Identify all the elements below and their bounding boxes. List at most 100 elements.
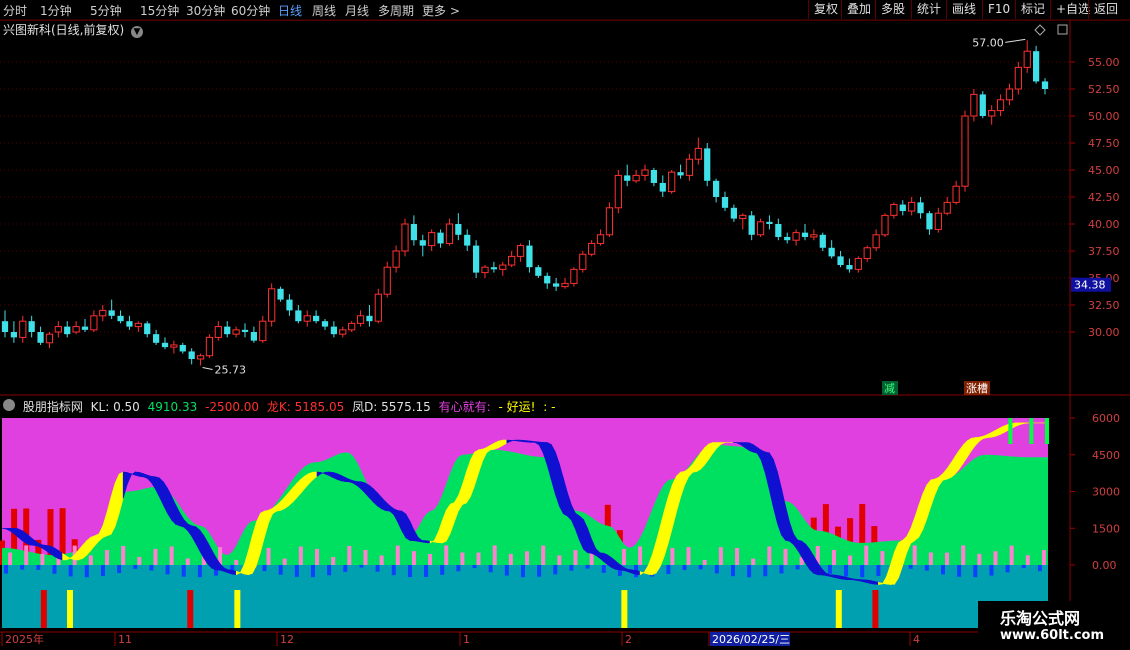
indicator-pink-bar: [411, 551, 416, 565]
indicator-tick-label: 6000: [1092, 412, 1120, 425]
indicator-ribbon-segment: [494, 440, 500, 450]
indicator-ribbon-segment: [870, 580, 875, 585]
candle-body: [934, 212, 942, 230]
indicator-blue-bar: [957, 565, 962, 577]
candle-body: [214, 326, 222, 338]
indicator-pink-bar: [735, 547, 740, 565]
candle-body: [650, 170, 657, 183]
watermark-line2: www.60lt.com: [1000, 628, 1105, 643]
candle-body: [881, 214, 889, 236]
indicator-ribbon-segment: [748, 442, 754, 453]
candle-body: [561, 282, 569, 288]
indicator-signal-bar: [40, 590, 47, 628]
candle-body: [170, 344, 178, 348]
price-chart[interactable]: 55.0052.5050.0047.5045.0042.5040.0037.50…: [0, 0, 1130, 650]
indicator-blue-bar: [860, 565, 865, 578]
candle-body: [401, 223, 409, 252]
candle-body: [1023, 50, 1031, 68]
candle-body: [232, 329, 240, 335]
indicator-ribbon-segment: [865, 579, 871, 584]
indicator-blue-bar: [407, 565, 412, 578]
indicator-pink-bar: [1041, 550, 1046, 565]
indicator-pink-bar: [831, 549, 836, 565]
indicator-pink-bar: [444, 545, 449, 565]
indicator-pink-bar: [185, 558, 190, 565]
candle-body: [810, 234, 818, 238]
candle-body: [553, 283, 560, 287]
diamond-icon: [1034, 24, 1046, 36]
indicator-blue-bar: [908, 565, 913, 569]
candle-body: [890, 204, 898, 216]
candle-body: [659, 182, 666, 192]
price-tick-label: 52.50: [1088, 83, 1120, 96]
indicator-pink-bar: [121, 545, 126, 565]
indicator-pink-bar: [848, 555, 853, 565]
indicator-pink-bar: [331, 556, 336, 565]
indicator-pink-bar: [298, 546, 303, 565]
indicator-pink-bar: [24, 545, 29, 565]
candle-body: [196, 355, 205, 360]
indicator-signal-bar: [234, 590, 241, 628]
indicator-blue-bar: [569, 565, 574, 571]
indicator-blue-bar: [68, 565, 73, 577]
indicator-tick-label: 4500: [1092, 449, 1120, 462]
candle-body: [996, 99, 1005, 112]
indicator-pink-bar: [961, 545, 966, 565]
indicator-pink-bar: [8, 552, 13, 565]
indicator-pink-bar: [638, 546, 643, 565]
main-chart-title: 兴图新科(日线,前复权) ▼: [3, 21, 144, 38]
candle-body: [544, 275, 551, 284]
candle-body: [410, 224, 417, 241]
indicator-blue-bar: [310, 565, 315, 578]
indicator-pink-bar: [428, 553, 433, 565]
candle-body: [526, 245, 533, 268]
indicator-blue-bar: [440, 565, 445, 575]
candle-body: [828, 247, 835, 257]
candle-body: [161, 342, 169, 348]
price-tick-label: 40.00: [1088, 218, 1120, 231]
indicator-blue-bar: [197, 565, 202, 578]
candle-body: [259, 320, 267, 342]
chevron-down-icon[interactable]: ▼: [131, 26, 144, 38]
indicator-pink-bar: [702, 560, 707, 565]
indicator-pink-bar: [379, 555, 384, 565]
indicator-ribbon-segment: [530, 440, 536, 443]
candle-body: [1033, 51, 1040, 82]
indicator-blue-bar: [924, 565, 929, 571]
indicator-pink-bar: [395, 545, 400, 565]
candle-body: [943, 201, 951, 214]
x-axis-label: 2026/02/25/三: [712, 633, 790, 646]
indicator-blue-bar: [375, 565, 380, 572]
indicator-blue-bar: [359, 565, 364, 568]
indicator-pink-bar: [363, 549, 368, 565]
indicator-pink-bar: [137, 556, 142, 565]
indicator-blue-bar: [940, 565, 945, 575]
candle-body: [490, 267, 497, 270]
candle-body: [499, 264, 507, 270]
candle-body: [134, 322, 142, 328]
watermark-line1: 乐淘公式网: [1000, 609, 1081, 628]
candle-body: [704, 148, 711, 181]
candle-body: [775, 224, 782, 237]
signal-label-zhangcao: 涨槽: [966, 382, 988, 395]
indicator-blue-bar: [472, 565, 477, 569]
indicator-pink-bar: [1009, 545, 1014, 565]
candle-body: [473, 245, 480, 273]
indicator-pink-bar: [912, 545, 917, 565]
candle-body: [641, 169, 649, 176]
candle-body: [1041, 81, 1049, 89]
candle-body: [756, 221, 765, 236]
candle-body: [250, 332, 257, 341]
indicator-header: 股朋指标网 KL: 0.50 4910.33 -2500.00 龙K: 5185…: [3, 398, 559, 415]
indicator-pink-bar: [153, 548, 158, 565]
indicator-blue-bar: [553, 565, 558, 575]
candle-body: [899, 204, 906, 212]
candle-body: [303, 315, 311, 322]
candle-body: [721, 197, 729, 208]
candle-body: [383, 266, 391, 295]
indicator-green-signal: [1008, 418, 1013, 444]
candle-body: [277, 288, 284, 300]
chevron-down-icon[interactable]: [3, 399, 15, 411]
indicator-blue-bar: [117, 565, 122, 574]
indicator-v1: 4910.33: [147, 400, 198, 414]
